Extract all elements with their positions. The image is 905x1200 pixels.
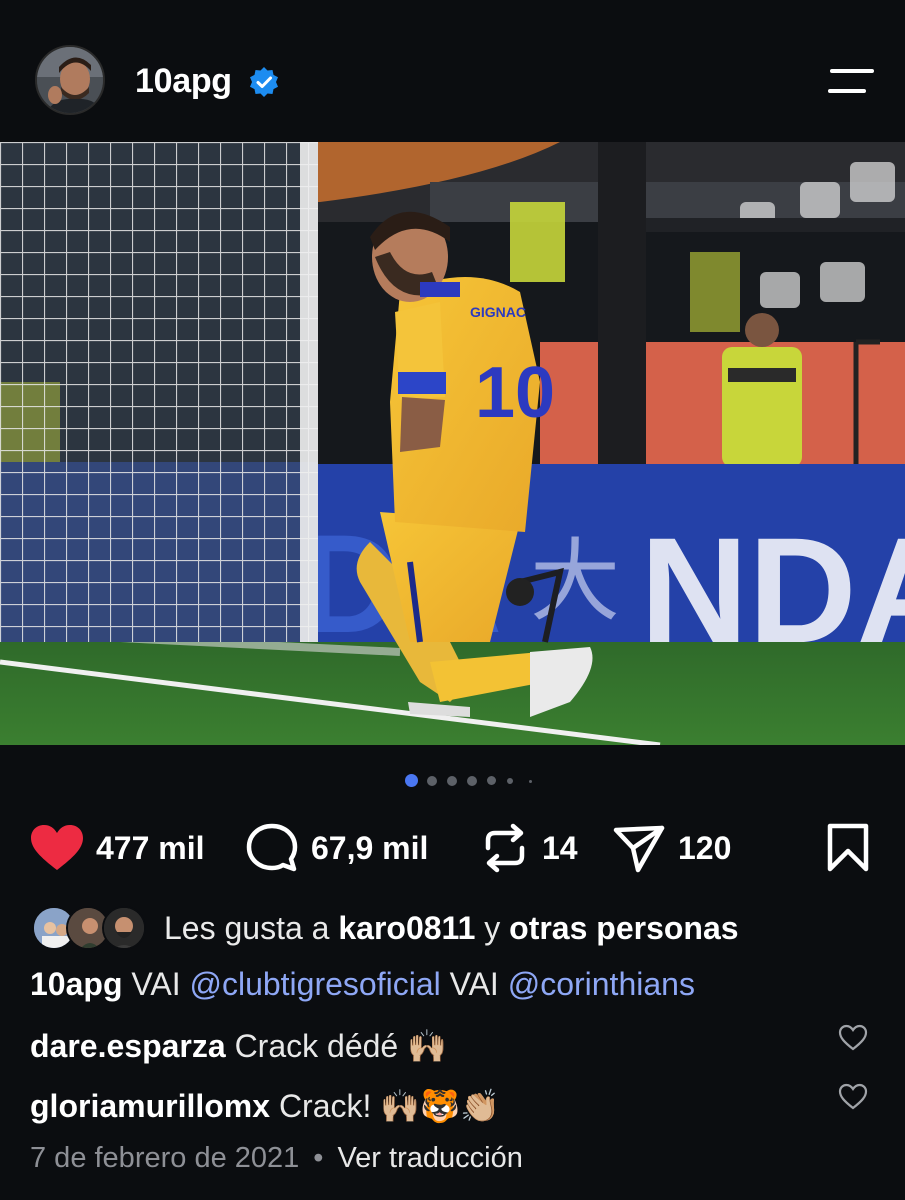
carousel-dot — [427, 776, 437, 786]
bookmark-icon — [827, 823, 869, 872]
send-paper-plane-icon — [613, 825, 665, 873]
comment-button[interactable]: 67,9 mil — [245, 810, 428, 886]
comment-username[interactable]: gloriamurillomx — [30, 1088, 270, 1124]
like-button[interactable]: 477 mil — [30, 810, 205, 886]
verified-badge-icon — [250, 67, 278, 97]
carousel-indicator — [0, 772, 905, 788]
jersey-name: GIGNAC — [470, 304, 526, 320]
post-username[interactable]: 10apg — [135, 62, 232, 101]
save-button[interactable] — [826, 810, 870, 886]
post-caption: 10apg VAI @clubtigresoficial VAI @corint… — [30, 966, 695, 1003]
action-bar: 477 mil 67,9 mil 14 120 — [0, 810, 905, 886]
reposts-count: 14 — [542, 829, 578, 866]
menu-icon — [830, 69, 874, 73]
liked-by-avatars — [32, 906, 146, 950]
share-button[interactable]: 120 — [612, 810, 731, 886]
comment-like-heart-icon[interactable] — [838, 1024, 868, 1052]
caption-mention[interactable]: @clubtigresoficial — [189, 966, 440, 1002]
liked-by-user[interactable]: karo0811 — [338, 910, 475, 946]
carousel-dot — [447, 776, 457, 786]
liked-by-line[interactable]: Les gusta a karo0811 y otras personas — [32, 904, 739, 952]
carousel-dot — [487, 776, 496, 785]
shares-count: 120 — [678, 829, 732, 866]
comment-item: gloriamurillomx Crack! 🙌🏼🐯👏🏼 — [30, 1087, 500, 1125]
liked-by-others[interactable]: otras personas — [509, 910, 738, 946]
post-photo: DA NDA 大 — [0, 142, 905, 745]
liked-by-prefix: Les gusta a — [164, 909, 330, 946]
likes-count: 477 mil — [96, 829, 205, 866]
comment-bubble-icon — [246, 823, 298, 872]
menu-button[interactable] — [826, 66, 878, 98]
profile-avatar[interactable] — [35, 45, 105, 115]
see-translation-link[interactable]: Ver traducción — [337, 1142, 522, 1174]
jersey-number: 10 — [475, 353, 555, 433]
carousel-dot — [529, 780, 532, 783]
caption-text: VAI — [131, 966, 181, 1002]
carousel-dot-active — [405, 774, 418, 787]
heart-filled-icon — [31, 825, 83, 870]
svg-text:大: 大 — [530, 529, 620, 634]
post-image[interactable]: DA NDA 大 — [0, 142, 905, 745]
carousel-dot — [467, 776, 477, 786]
post-date: 7 de febrero de 2021 — [30, 1142, 300, 1174]
comment-text: Crack! 🙌🏼🐯👏🏼 — [278, 1088, 500, 1124]
comment-item: dare.esparza Crack dédé 🙌🏼 — [30, 1027, 447, 1065]
avatar-portrait — [37, 47, 103, 113]
liked-by-connector: y — [484, 909, 501, 946]
caption-text: VAI — [449, 966, 499, 1002]
post-header: 10apg — [0, 0, 905, 142]
carousel-dot — [507, 778, 513, 784]
repost-icon — [485, 823, 525, 873]
meta-separator: • — [313, 1142, 324, 1174]
liker-avatar — [102, 906, 146, 950]
comments-count: 67,9 mil — [311, 829, 429, 866]
caption-username[interactable]: 10apg — [30, 966, 122, 1002]
post-meta: 7 de febrero de 2021 • Ver traducción — [30, 1142, 523, 1175]
comment-text: Crack dédé 🙌🏼 — [234, 1028, 447, 1064]
caption-mention[interactable]: @corinthians — [508, 966, 695, 1002]
comment-like-heart-icon[interactable] — [838, 1083, 868, 1111]
comment-username[interactable]: dare.esparza — [30, 1028, 226, 1064]
repost-button[interactable]: 14 — [480, 810, 578, 886]
